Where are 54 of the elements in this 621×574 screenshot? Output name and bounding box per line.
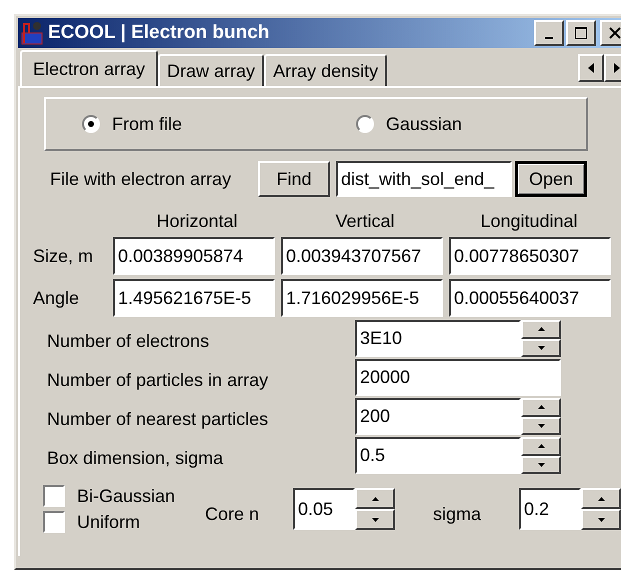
field-label: Number of particles in array <box>47 369 270 391</box>
column-header: Horizontal <box>155 210 239 232</box>
input-field[interactable]: 3E10 <box>355 320 521 357</box>
find-button[interactable]: Find <box>258 161 330 197</box>
checkbox-label: Uniform <box>77 512 140 532</box>
input-field[interactable]: 1.495621675E-5 <box>113 279 275 317</box>
spin-buttons[interactable] <box>521 398 561 435</box>
input-field[interactable]: 0.2 <box>519 488 581 530</box>
tab[interactable]: Electron array <box>20 50 158 86</box>
minimize-icon <box>545 37 553 39</box>
tab[interactable]: Draw array <box>158 54 264 86</box>
input-field[interactable]: 1.716029956E-5 <box>281 279 443 317</box>
checkbox[interactable] <box>43 485 65 507</box>
row-label: Size, m <box>33 246 94 266</box>
open-button[interactable]: Open <box>515 161 587 197</box>
spin-buttons[interactable] <box>521 437 561 474</box>
minimize-button[interactable] <box>534 20 564 46</box>
maximize-button[interactable] <box>566 20 596 46</box>
file-field[interactable]: dist_with_sol_end_ <box>336 161 512 197</box>
tab[interactable]: Array density <box>264 54 388 86</box>
input-field[interactable]: 0.05 <box>293 488 355 530</box>
radio-button[interactable] <box>82 115 100 133</box>
left-arrow-icon <box>587 62 595 74</box>
input-field[interactable]: 0.5 <box>355 437 521 474</box>
input-field[interactable]: 0.003943707567 <box>281 237 443 275</box>
input-field[interactable]: 0.00055640037 <box>449 279 611 317</box>
radio-label: Gaussian <box>386 114 462 134</box>
window-title: ECOOL | Electron bunch <box>48 22 270 44</box>
checkbox-label: Bi-Gaussian <box>77 486 176 506</box>
checkbox[interactable] <box>43 511 65 533</box>
maximize-icon <box>574 26 588 40</box>
radio-button[interactable] <box>356 115 374 133</box>
close-icon <box>608 26 621 40</box>
input-field[interactable]: 20000 <box>355 359 561 396</box>
scroll-left-button[interactable] <box>578 54 604 82</box>
input-field[interactable]: 0.00389905874 <box>113 237 275 275</box>
field-label: File with electron array <box>50 168 232 190</box>
column-header: Longitudinal <box>479 210 579 232</box>
radio-label: From file <box>112 114 182 134</box>
app-icon <box>21 21 43 45</box>
field-label: sigma <box>432 502 482 524</box>
spin-buttons[interactable] <box>521 320 561 357</box>
close-button[interactable] <box>600 20 621 46</box>
column-header: Vertical <box>334 210 396 232</box>
right-arrow-icon <box>613 62 621 74</box>
spin-buttons[interactable] <box>581 488 621 530</box>
field-label: Number of electrons <box>47 330 210 352</box>
field-label: Number of nearest particles <box>47 408 270 430</box>
field-label: Core n <box>205 502 260 524</box>
row-label: Angle <box>33 288 80 308</box>
spin-buttons[interactable] <box>355 488 395 530</box>
input-field[interactable]: 200 <box>355 398 521 435</box>
input-field[interactable]: 0.00778650307 <box>449 237 611 275</box>
field-label: Box dimension, sigma <box>47 447 224 469</box>
